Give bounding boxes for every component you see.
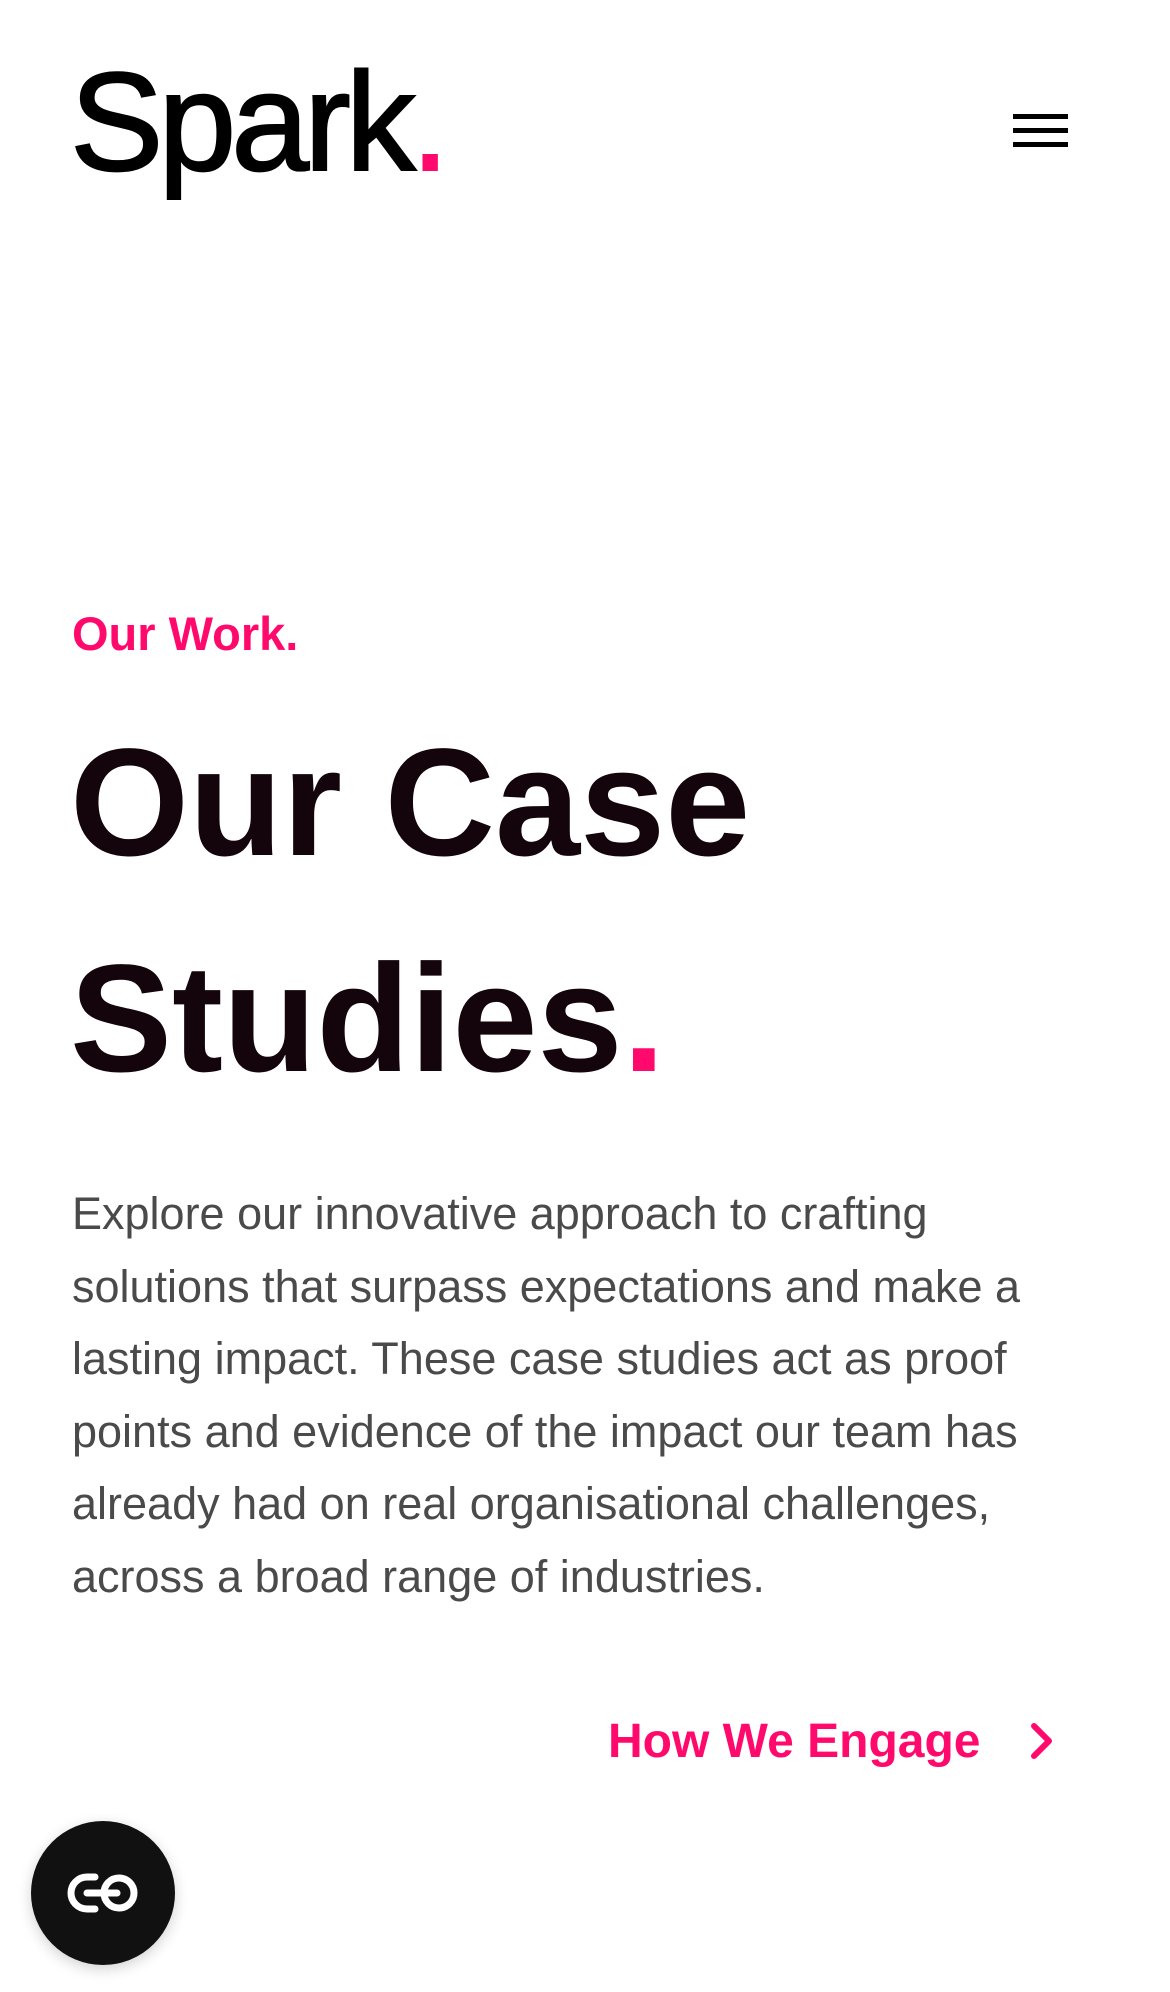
site-header: Spark.	[0, 0, 1170, 200]
section-eyebrow: Our Work.	[72, 607, 299, 660]
menu-bar-bottom	[1013, 142, 1068, 147]
hamburger-menu-icon[interactable]	[1005, 108, 1073, 154]
intro-paragraph: Explore our innovative approach to craft…	[72, 1188, 1021, 1602]
page-title-line-2: Studies.	[70, 911, 1100, 1127]
menu-bar-top	[1013, 114, 1068, 119]
page-title-line-2-text: Studies	[70, 933, 623, 1104]
how-we-engage-label: How We Engage	[608, 1714, 981, 1768]
spark-logo[interactable]: Spark.	[69, 51, 451, 193]
page-title-dot: .	[622, 933, 666, 1104]
logo-dot: .	[410, 43, 451, 200]
accessibility-toggle-icon	[67, 1873, 138, 1913]
page-title: Our Case Studies.	[70, 695, 1100, 1127]
how-we-engage-link[interactable]: How We Engage	[608, 1706, 1061, 1776]
page-title-line-1: Our Case	[70, 717, 751, 888]
logo-text: Spark	[69, 43, 417, 200]
menu-bar-middle	[1013, 128, 1068, 133]
accessibility-widget-button[interactable]	[31, 1821, 175, 1965]
chevron-right-icon	[1030, 1723, 1052, 1759]
